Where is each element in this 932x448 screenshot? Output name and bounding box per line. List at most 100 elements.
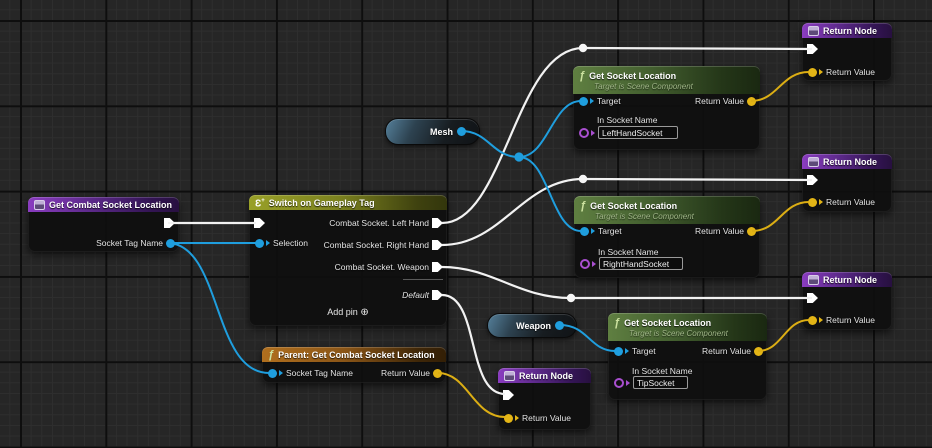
exec-in-pin[interactable]	[254, 218, 265, 228]
node-return-top[interactable]: Return Node Return Value	[802, 23, 892, 81]
exec-in-pin[interactable]	[807, 44, 818, 54]
exec-out-pin[interactable]	[164, 218, 175, 228]
reroute-node-exec-weapon[interactable]	[567, 294, 575, 302]
selection-row: Selection	[255, 237, 308, 249]
target-pin[interactable]	[579, 97, 588, 106]
node-title: Parent: Get Combat Socket Location	[278, 350, 435, 360]
node-header[interactable]: Return Node	[498, 368, 591, 383]
node-title: Return Node	[519, 371, 573, 381]
selection-pin[interactable]	[255, 239, 264, 248]
function-icon: ƒ	[579, 71, 585, 81]
node-function-entry[interactable]: Get Combat Socket Location Socket Tag Na…	[28, 197, 179, 252]
exec-in-row	[807, 292, 818, 304]
pin-label: Combat Socket. Weapon	[335, 262, 429, 272]
exec-out-weapon-pin[interactable]	[432, 262, 443, 272]
target-in-row: Target	[579, 95, 621, 107]
exec-in-pin[interactable]	[503, 390, 514, 400]
in-socket-name-pin[interactable]	[614, 378, 624, 388]
exec-in-row	[807, 43, 818, 55]
node-get-socket-location-right[interactable]: ƒ Get Socket Location Target is Scene Co…	[574, 196, 760, 278]
mesh-out-pin[interactable]	[457, 127, 466, 136]
return-value-pin[interactable]	[808, 316, 817, 325]
pin-label: Default	[402, 290, 429, 300]
pin-label: Target	[632, 346, 656, 356]
node-header[interactable]: Get Combat Socket Location	[28, 197, 179, 212]
weapon-out-pin[interactable]	[555, 321, 564, 330]
in-socket-name-pin[interactable]	[580, 259, 590, 269]
wire-exec-default	[442, 295, 505, 394]
return-value-pin[interactable]	[504, 414, 513, 423]
socket-tag-name-out-pin[interactable]	[166, 239, 175, 248]
target-pin[interactable]	[614, 347, 623, 356]
in-socket-name-pin[interactable]	[579, 128, 589, 138]
socket-tag-name-in-pin[interactable]	[268, 369, 277, 378]
default-row: Default	[402, 289, 443, 301]
socket-tag-name-out-row: Socket Tag Name	[96, 237, 175, 249]
node-header[interactable]: ƒ Parent: Get Combat Socket Location	[262, 347, 446, 362]
pin-label: Return Value	[381, 368, 430, 378]
node-header[interactable]: ƒ Get Socket Location Target is Scene Co…	[573, 66, 760, 94]
variable-node-weapon[interactable]: Weapon	[487, 313, 577, 338]
node-header[interactable]: ƒ Get Socket Location Target is Scene Co…	[574, 196, 760, 224]
return-value-pin[interactable]	[747, 97, 756, 106]
node-return-middle[interactable]: Return Node Return Value	[802, 154, 892, 212]
node-title: Return Node	[823, 157, 877, 167]
result-node-icon	[808, 26, 819, 36]
reroute-node-data-mesh[interactable]	[514, 152, 523, 161]
return-value-pin[interactable]	[747, 227, 756, 236]
socket-name-input[interactable]	[633, 376, 688, 389]
pin-tail	[591, 130, 595, 136]
blueprint-graph-canvas[interactable]: Get Combat Socket Location Socket Tag Na…	[0, 0, 932, 448]
exec-out-right-hand-pin[interactable]	[432, 240, 443, 250]
return-value-pin[interactable]	[433, 369, 442, 378]
pin-label: Return Value	[826, 67, 875, 77]
node-title: Get Socket Location	[589, 71, 676, 81]
node-header[interactable]: ƒ Get Socket Location Target is Scene Co…	[608, 313, 767, 341]
pin-tail	[590, 98, 594, 104]
node-header[interactable]: Return Node	[802, 23, 892, 38]
socket-tag-name-in-row: Socket Tag Name	[268, 367, 353, 379]
node-return-default[interactable]: Return Node Return Value	[498, 368, 591, 430]
wire-vector-right-return	[752, 202, 809, 231]
function-icon: ƒ	[268, 350, 274, 360]
pin-label: Return Value	[695, 226, 744, 236]
return-value-pin[interactable]	[808, 68, 817, 77]
variable-node-mesh[interactable]: Mesh	[385, 118, 480, 145]
exec-out-default-pin[interactable]	[432, 290, 443, 300]
socket-name-input[interactable]	[599, 257, 683, 270]
node-switch-gameplay-tag[interactable]: Ɛ+ Switch on Gameplay Tag Selection Comb…	[249, 195, 447, 326]
exec-in-pin[interactable]	[807, 293, 818, 303]
return-value-pin[interactable]	[754, 347, 763, 356]
node-header[interactable]: Ɛ+ Switch on Gameplay Tag	[249, 195, 447, 210]
node-title: Return Node	[823, 26, 877, 36]
return-value-in-row: Return Value	[808, 196, 875, 208]
reroute-node-exec-left[interactable]	[579, 44, 587, 52]
add-pin-icon: ⊕	[360, 307, 368, 318]
pin-label: Target	[597, 96, 621, 106]
node-title: Switch on Gameplay Tag	[269, 198, 375, 208]
pin-label: Return Value	[826, 197, 875, 207]
node-return-bottom-right[interactable]: Return Node Return Value	[802, 272, 892, 330]
pin-label: Socket Tag Name	[96, 238, 163, 248]
target-pin[interactable]	[580, 227, 589, 236]
exec-out-left-hand-pin[interactable]	[432, 218, 443, 228]
in-socket-name-row	[579, 125, 678, 140]
return-value-pin[interactable]	[808, 198, 817, 207]
node-header[interactable]: Return Node	[802, 272, 892, 287]
case-left-hand-row: Combat Socket. Left Hand	[329, 217, 443, 229]
return-value-out-row: Return Value	[695, 95, 756, 107]
result-node-icon	[808, 275, 819, 285]
node-parent-get-combat-socket-location[interactable]: ƒ Parent: Get Combat Socket Location Soc…	[262, 347, 446, 383]
add-pin-button[interactable]: Add pin ⊕	[249, 307, 447, 318]
pin-label: Target	[598, 226, 622, 236]
node-header[interactable]: Return Node	[802, 154, 892, 169]
case-weapon-row: Combat Socket. Weapon	[335, 261, 443, 273]
exec-in-pin[interactable]	[807, 175, 818, 185]
node-title: Get Socket Location	[624, 318, 711, 328]
reroute-node-exec-right[interactable]	[579, 175, 587, 183]
pin-label: Combat Socket. Left Hand	[329, 218, 429, 228]
node-get-socket-location-tip[interactable]: ƒ Get Socket Location Target is Scene Co…	[608, 313, 767, 400]
node-get-socket-location-left[interactable]: ƒ Get Socket Location Target is Scene Co…	[573, 66, 760, 150]
socket-name-input[interactable]	[598, 126, 678, 139]
variable-label: Weapon	[516, 321, 551, 331]
